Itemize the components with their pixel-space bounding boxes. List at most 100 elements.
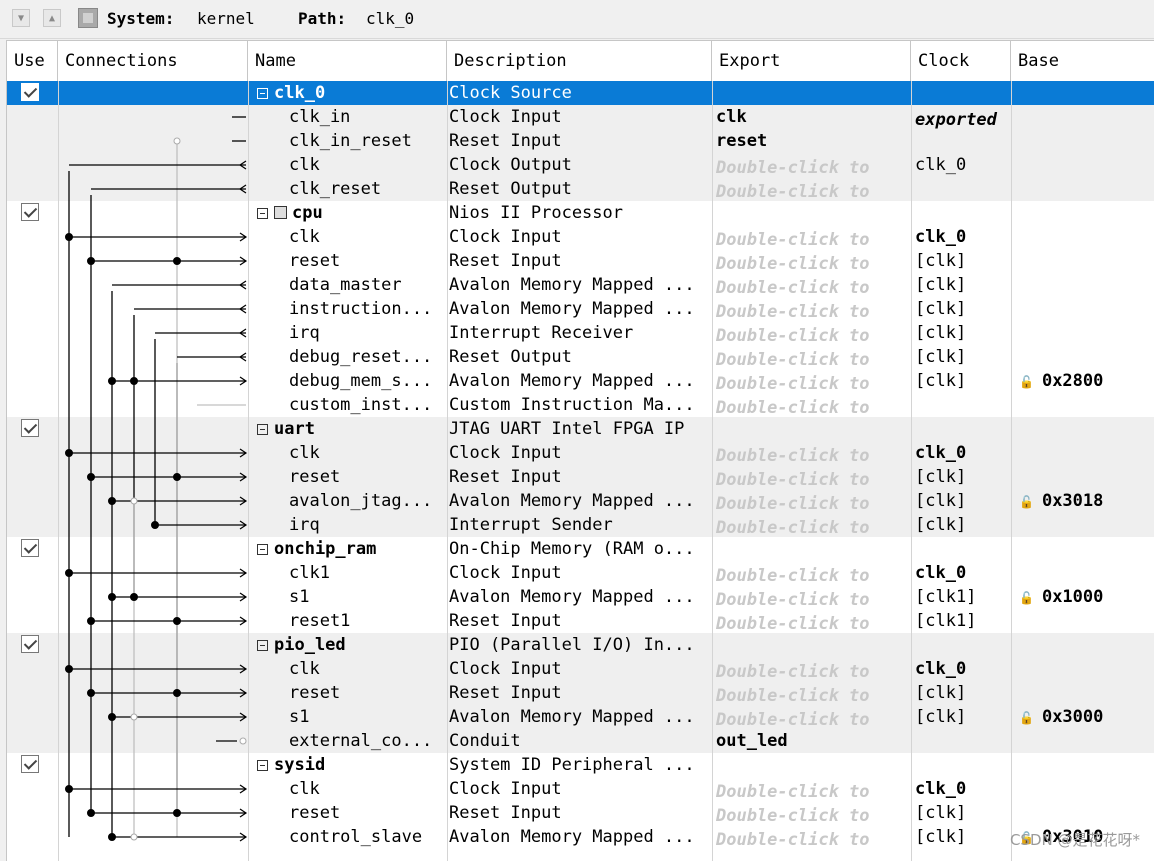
row-clock[interactable]: clk_0	[915, 561, 1011, 585]
col-clock[interactable]: Clock	[911, 41, 1011, 81]
row-clock[interactable]: [clk1]	[915, 585, 1011, 609]
row-clock[interactable]: clk_0	[915, 225, 1011, 249]
interface-row[interactable]: reset1 Reset Input Double-click to [clk1]	[7, 609, 1154, 634]
interface-row[interactable]: reset Reset Input Double-click to [clk]	[7, 801, 1154, 826]
col-name[interactable]: Name	[248, 41, 447, 81]
use-checkbox[interactable]	[21, 419, 39, 437]
row-clock[interactable]: [clk]	[915, 489, 1011, 513]
collapse-toggle-icon[interactable]	[257, 208, 268, 219]
row-clock[interactable]	[915, 417, 1011, 441]
interface-row[interactable]: external_co... Conduit out_led	[7, 729, 1154, 753]
interface-row[interactable]: s1 Avalon Memory Mapped ... Double-click t…	[7, 585, 1154, 610]
row-clock[interactable]: [clk]	[915, 825, 1011, 849]
interface-row[interactable]: clk_reset Reset Output Double-click to	[7, 177, 1154, 202]
collapse-toggle-icon[interactable]	[257, 424, 268, 435]
row-clock[interactable]: [clk]	[915, 273, 1011, 297]
interface-row[interactable]: custom_inst... Custom Instruction Ma... Do…	[7, 393, 1154, 418]
row-clock[interactable]	[915, 633, 1011, 657]
component-row[interactable]: pio_led PIO (Parallel I/O) In...	[7, 633, 1154, 657]
unlock-icon[interactable]: 🔓	[1019, 490, 1034, 513]
col-export[interactable]: Export	[712, 41, 911, 81]
col-base[interactable]: Base	[1011, 41, 1154, 81]
collapse-toggle-icon[interactable]	[257, 640, 268, 651]
row-clock[interactable]: clk_0	[915, 441, 1011, 465]
row-description: PIO (Parallel I/O) In...	[449, 635, 695, 655]
row-clock[interactable]: [clk]	[915, 321, 1011, 345]
collapse-all-icon[interactable]: ▼	[12, 9, 30, 27]
row-clock[interactable]	[915, 753, 1011, 777]
use-checkbox[interactable]	[21, 203, 39, 221]
component-row[interactable]: uart JTAG UART Intel FPGA IP	[7, 417, 1154, 441]
col-connections[interactable]: Connections	[58, 41, 248, 81]
interface-row[interactable]: clk1 Clock Input Double-click to clk_0	[7, 561, 1154, 586]
interface-row[interactable]: irq Interrupt Receiver Double-click to [clk…	[7, 321, 1154, 346]
row-clock[interactable]	[915, 177, 1011, 201]
interface-row[interactable]: reset Reset Input Double-click to [clk]	[7, 249, 1154, 274]
unlock-icon[interactable]: 🔓	[1019, 370, 1034, 393]
row-clock[interactable]: [clk]	[915, 705, 1011, 729]
use-checkbox[interactable]	[21, 755, 39, 773]
collapse-toggle-icon[interactable]	[257, 88, 268, 99]
row-clock[interactable]	[915, 81, 1011, 105]
interface-row[interactable]: debug_mem_s... Avalon Memory Mapped ... Do…	[7, 369, 1154, 394]
interface-row[interactable]: clk_in Clock Input clk exported	[7, 105, 1154, 130]
use-checkbox[interactable]	[21, 83, 39, 101]
interface-row[interactable]: data_master Avalon Memory Mapped ... Doubl…	[7, 273, 1154, 298]
row-clock[interactable]: clk_0	[915, 657, 1011, 681]
unlock-icon[interactable]: 🔓	[1019, 586, 1034, 609]
row-clock[interactable]	[915, 393, 1011, 417]
row-clock[interactable]: [clk]	[915, 681, 1011, 705]
interface-row[interactable]: irq Interrupt Sender Double-click to [clk]	[7, 513, 1154, 538]
interface-row[interactable]: clk Clock Input Double-click to clk_0	[7, 777, 1154, 802]
row-clock[interactable]: clk_0	[915, 153, 1011, 177]
row-description: Clock Input	[449, 227, 562, 247]
interface-row[interactable]: reset Reset Input Double-click to [clk]	[7, 465, 1154, 490]
component-row[interactable]: clk_0 Clock Source	[7, 81, 1154, 105]
row-export[interactable]: clk	[716, 105, 910, 129]
interface-row[interactable]: clk Clock Input Double-click to clk_0	[7, 225, 1154, 250]
component-row[interactable]: sysid System ID Peripheral ...	[7, 753, 1154, 777]
row-clock[interactable]: [clk]	[915, 513, 1011, 537]
col-description[interactable]: Description	[447, 41, 712, 81]
interface-row[interactable]: clk_in_reset Reset Input reset	[7, 129, 1154, 153]
row-export[interactable]	[716, 81, 910, 105]
row-clock[interactable]: [clk1]	[915, 609, 1011, 633]
component-row[interactable]: onchip_ram On-Chip Memory (RAM o...	[7, 537, 1154, 561]
collapse-toggle-icon[interactable]	[257, 760, 268, 771]
row-clock[interactable]: [clk]	[915, 369, 1011, 393]
row-export[interactable]	[716, 201, 910, 225]
row-clock[interactable]: clk_0	[915, 777, 1011, 801]
interface-row[interactable]: clk Clock Input Double-click to clk_0	[7, 441, 1154, 466]
unlock-icon[interactable]: 🔓	[1019, 706, 1034, 729]
row-export[interactable]	[716, 417, 910, 441]
row-clock[interactable]: [clk]	[915, 801, 1011, 825]
collapse-toggle-icon[interactable]	[257, 544, 268, 555]
row-export[interactable]: out_led	[716, 729, 910, 753]
row-clock[interactable]	[915, 537, 1011, 561]
row-clock[interactable]	[915, 729, 1011, 753]
component-row[interactable]: cpu Nios II Processor	[7, 201, 1154, 225]
row-clock[interactable]: [clk]	[915, 297, 1011, 321]
expand-up-icon[interactable]: ▲	[43, 9, 61, 27]
row-export[interactable]	[716, 633, 910, 657]
row-clock[interactable]	[915, 201, 1011, 225]
row-export[interactable]	[716, 753, 910, 777]
interface-row[interactable]: clk Clock Input Double-click to clk_0	[7, 657, 1154, 682]
col-use[interactable]: Use	[7, 41, 58, 81]
row-export[interactable]	[716, 537, 910, 561]
row-export[interactable]: Double-click to	[716, 828, 910, 852]
row-clock[interactable]	[915, 129, 1011, 153]
interface-row[interactable]: control_slave Avalon Memory Mapped ... Dou…	[7, 825, 1154, 852]
interface-row[interactable]: s1 Avalon Memory Mapped ... Double-click t…	[7, 705, 1154, 730]
row-clock[interactable]: [clk]	[915, 345, 1011, 369]
interface-row[interactable]: debug_reset... Reset Output Double-click t…	[7, 345, 1154, 370]
interface-row[interactable]: avalon_jtag... Avalon Memory Mapped ... Do…	[7, 489, 1154, 514]
row-export[interactable]: reset	[716, 129, 910, 153]
interface-row[interactable]: instruction... Avalon Memory Mapped ... Do…	[7, 297, 1154, 322]
use-checkbox[interactable]	[21, 539, 39, 557]
interface-row[interactable]: reset Reset Input Double-click to [clk]	[7, 681, 1154, 706]
use-checkbox[interactable]	[21, 635, 39, 653]
row-clock[interactable]: [clk]	[915, 465, 1011, 489]
interface-row[interactable]: clk Clock Output Double-click to clk_0	[7, 153, 1154, 178]
row-clock[interactable]: [clk]	[915, 249, 1011, 273]
